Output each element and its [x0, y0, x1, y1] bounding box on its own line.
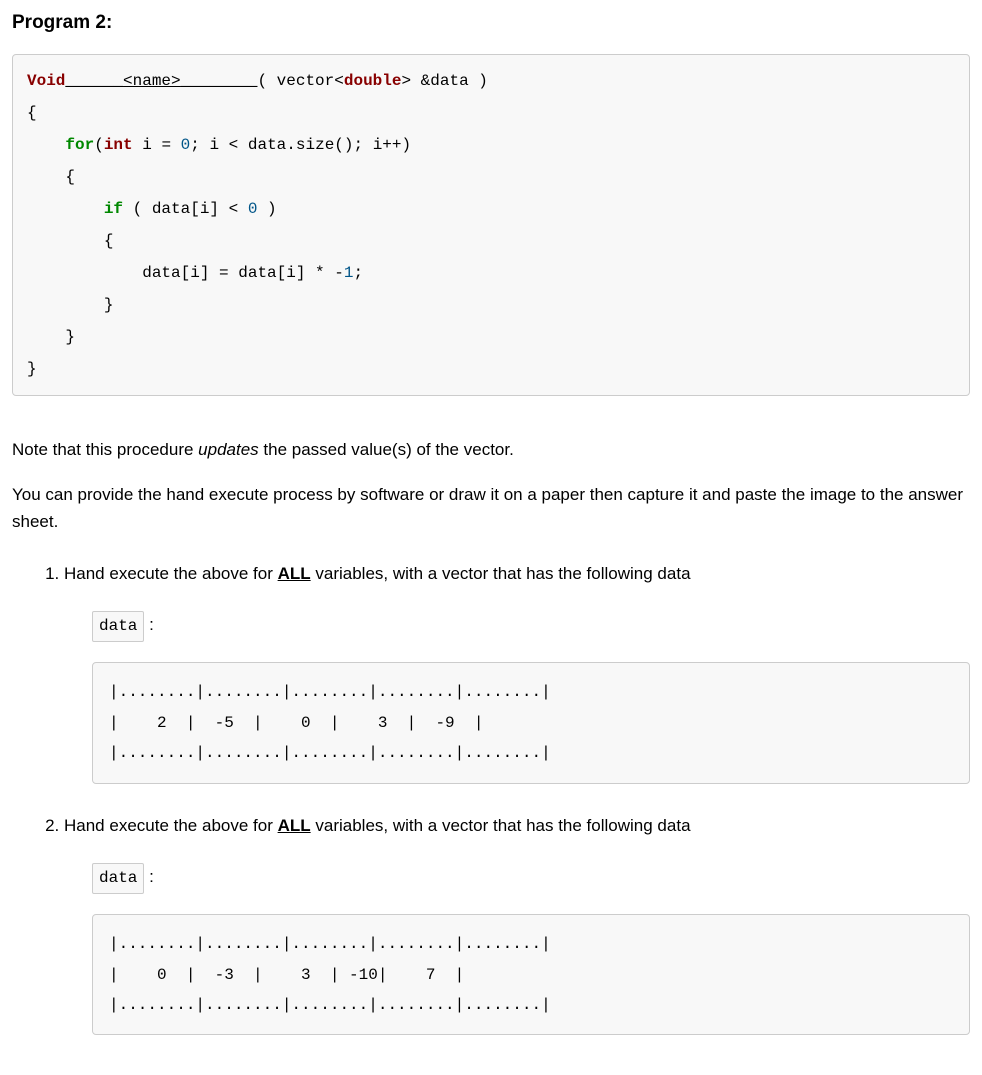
kw-for: for	[65, 136, 94, 154]
q1-prefix: Hand execute the above for	[64, 564, 278, 583]
sig-prefix: ( vector<	[257, 72, 343, 90]
data-table-1: |........|........|........|........|...…	[92, 662, 970, 783]
close-brace-2: }	[27, 328, 75, 346]
kw-int: int	[104, 136, 133, 154]
question-list: Hand execute the above for ALL variables…	[12, 560, 970, 1036]
name-placeholder: <name>	[123, 72, 181, 90]
body-suffix: ;	[353, 264, 363, 282]
for-mid: i =	[133, 136, 181, 154]
q2-suffix: variables, with a vector that has the fo…	[311, 816, 691, 835]
blank-prefix: ______	[65, 72, 123, 90]
question-2: Hand execute the above for ALL variables…	[64, 812, 970, 1036]
q2-prefix: Hand execute the above for	[64, 816, 278, 835]
num-zero-1: 0	[181, 136, 191, 154]
table2-border-top: |........|........|........|........|...…	[109, 935, 551, 953]
data-colon-2: :	[144, 867, 153, 886]
if-suffix: )	[257, 200, 276, 218]
data-label-2: data	[92, 863, 144, 895]
note-suffix: the passed value(s) of the vector.	[259, 440, 514, 459]
table2-row: | 0 | -3 | 3 | -10| 7 |	[109, 966, 464, 984]
body-prefix: data[i] = data[i] * -	[27, 264, 344, 282]
note-italic: updates	[198, 440, 259, 459]
blank-suffix: ________	[181, 72, 258, 90]
table1-border-top: |........|........|........|........|...…	[109, 683, 551, 701]
program-heading: Program 2:	[12, 12, 970, 34]
kw-if: if	[104, 200, 123, 218]
question-1: Hand execute the above for ALL variables…	[64, 560, 970, 784]
kw-double: double	[344, 72, 402, 90]
q1-suffix: variables, with a vector that has the fo…	[311, 564, 691, 583]
table1-row: | 2 | -5 | 0 | 3 | -9 |	[109, 714, 483, 732]
num-zero-2: 0	[248, 200, 258, 218]
close-brace-3: }	[27, 296, 113, 314]
data-colon-1: :	[144, 615, 153, 634]
table2-border-bottom: |........|........|........|........|...…	[109, 996, 551, 1014]
kw-void: Void	[27, 72, 65, 90]
close-brace: }	[27, 360, 37, 378]
open-brace-3: {	[27, 232, 113, 250]
code-block: Void______<name>________( vector<double>…	[12, 54, 970, 396]
table1-border-bottom: |........|........|........|........|...…	[109, 744, 551, 762]
note-prefix: Note that this procedure	[12, 440, 198, 459]
data-table-2: |........|........|........|........|...…	[92, 914, 970, 1035]
sig-suffix: > &data )	[401, 72, 487, 90]
for-rest: ; i < data.size(); i++)	[190, 136, 411, 154]
open-brace: {	[27, 104, 37, 122]
all-label-1: ALL	[278, 564, 311, 583]
instructions-paragraph: You can provide the hand execute process…	[12, 481, 970, 535]
note-paragraph: Note that this procedure updates the pas…	[12, 436, 970, 463]
data-label-1: data	[92, 611, 144, 643]
open-brace-2: {	[27, 168, 75, 186]
for-paren: (	[94, 136, 104, 154]
all-label-2: ALL	[278, 816, 311, 835]
if-prefix: ( data[i] <	[123, 200, 248, 218]
